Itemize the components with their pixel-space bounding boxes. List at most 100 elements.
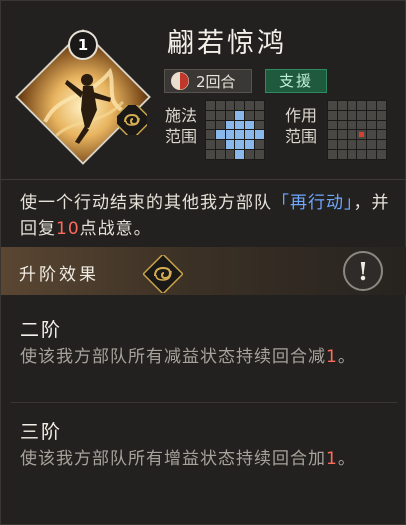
cast-grid-cell <box>245 120 255 130</box>
description-number: 10 <box>56 219 80 239</box>
tier-3-section: 三阶 使该我方部队所有增益状态持续回合加1。 <box>1 403 406 513</box>
effect-grid-cell <box>357 150 367 159</box>
cast-grid-cell <box>215 140 225 150</box>
skill-type-tag: 支援 <box>265 69 327 93</box>
effect-grid-cell <box>357 140 367 150</box>
effect-grid-cell <box>328 110 337 120</box>
upgrade-cloud-icon <box>143 255 183 293</box>
cooldown-clock-icon <box>171 72 189 90</box>
skill-panel: 1 翩若惊鸿 2回合 支援 施法 范围 作用 范围 使一个行动结束的其他我方部队… <box>0 0 406 525</box>
cast-grid-cell <box>235 120 245 130</box>
cast-grid-cell <box>255 150 264 159</box>
effect-grid-cell <box>347 150 357 159</box>
tier-2-text-before: 使该我方部队所有减益状态持续回合减 <box>20 347 326 367</box>
effect-grid-cell <box>347 110 357 120</box>
cast-range-label-line1: 施法 <box>165 106 198 125</box>
cast-grid-cell <box>255 110 264 120</box>
cast-grid-cell <box>225 150 235 159</box>
cast-grid-cell <box>206 101 215 110</box>
effect-grid-cell <box>347 140 357 150</box>
cloud-pattern-icon <box>117 105 147 135</box>
effect-grid-cell <box>377 120 386 130</box>
tier-2-text: 使该我方部队所有减益状态持续回合减1。 <box>20 344 395 370</box>
cast-grid-cell <box>255 120 264 130</box>
cast-grid-cell <box>235 140 245 150</box>
cast-grid-cell <box>235 101 245 110</box>
effect-grid-cell <box>377 150 386 159</box>
cast-grid-cell <box>206 150 215 159</box>
cast-grid-cell <box>225 110 235 120</box>
effect-grid-cell <box>347 130 357 140</box>
cast-grid-cell <box>206 140 215 150</box>
cast-grid-cell <box>215 110 225 120</box>
keyword-link-reaction[interactable]: 「再行动」 <box>272 193 354 213</box>
effect-range-label: 作用 范围 <box>285 105 319 147</box>
effect-range-grid <box>327 100 387 160</box>
cast-grid-cell <box>215 150 225 159</box>
skill-description: 使一个行动结束的其他我方部队「再行动」，并回复10点战意。 <box>20 190 392 242</box>
cast-grid-cell <box>235 150 245 159</box>
tier-3-text-before: 使该我方部队所有增益状态持续回合加 <box>20 449 326 469</box>
effect-grid-cell <box>357 130 367 140</box>
tier-3-value: 1 <box>326 449 338 469</box>
cast-grid-cell <box>245 110 255 120</box>
cast-grid-cell <box>206 130 215 140</box>
tier-2-text-after: 。 <box>337 347 356 367</box>
tier-3-title: 三阶 <box>20 421 63 443</box>
effect-grid-cell <box>367 150 377 159</box>
cast-grid-cell <box>255 101 264 110</box>
effect-grid-cell <box>377 101 386 110</box>
upgrade-info-button[interactable]: ! <box>343 251 383 291</box>
cast-grid-cell <box>225 130 235 140</box>
cast-grid-cell <box>206 110 215 120</box>
cast-grid-cell <box>215 120 225 130</box>
cast-grid-cell <box>225 101 235 110</box>
cast-grid-cell <box>215 101 225 110</box>
cast-grid-cell <box>206 120 215 130</box>
effect-grid-cell <box>367 101 377 110</box>
effect-grid-cell <box>357 101 367 110</box>
cast-range-label: 施法 范围 <box>165 105 199 147</box>
effect-grid-cell <box>357 120 367 130</box>
tier-2-title: 二阶 <box>20 319 63 341</box>
cast-grid-cell <box>255 130 264 140</box>
cooldown-text: 2回合 <box>196 72 236 91</box>
effect-grid-cell <box>328 130 337 140</box>
effect-grid-cell <box>337 130 347 140</box>
upgrade-title: 升阶效果 <box>19 265 99 285</box>
effect-grid-cell <box>337 120 347 130</box>
effect-grid-cell <box>377 140 386 150</box>
effect-grid-cell <box>367 140 377 150</box>
effect-grid-cell <box>347 120 357 130</box>
skill-header: 1 翩若惊鸿 2回合 支援 施法 范围 作用 范围 <box>1 1 406 179</box>
cast-grid-cell <box>235 110 245 120</box>
cast-grid-cell <box>245 140 255 150</box>
skill-level-badge: 1 <box>68 30 98 60</box>
exclamation-icon: ! <box>357 256 369 286</box>
tier-2-value: 1 <box>326 347 338 367</box>
cast-range-grid <box>205 100 265 160</box>
tier-3-text-after: 。 <box>337 449 356 469</box>
cast-grid-cell <box>245 150 255 159</box>
cast-grid-cell <box>245 101 255 110</box>
description-text-3: 点战意。 <box>79 219 152 239</box>
effect-grid-cell <box>377 110 386 120</box>
effect-grid-cell <box>328 101 337 110</box>
effect-grid-cell <box>367 110 377 120</box>
skill-portrait-frame: 1 <box>13 27 153 167</box>
cast-grid-cell <box>235 130 245 140</box>
cast-grid-cell <box>225 120 235 130</box>
effect-grid-cell <box>337 110 347 120</box>
cast-range-label-line2: 范围 <box>165 127 198 146</box>
effect-grid-cell <box>328 150 337 159</box>
effect-range-label-line1: 作用 <box>285 106 318 125</box>
effect-grid-cell <box>367 120 377 130</box>
effect-grid-cell <box>328 140 337 150</box>
tier-2-section: 二阶 使该我方部队所有减益状态持续回合减1。 <box>1 301 406 401</box>
description-text-1: 使一个行动结束的其他我方部队 <box>20 193 272 213</box>
effect-grid-cell <box>337 150 347 159</box>
cast-grid-cell <box>245 130 255 140</box>
cast-grid-cell <box>255 140 264 150</box>
effect-grid-cell <box>367 130 377 140</box>
effect-grid-cell <box>377 130 386 140</box>
